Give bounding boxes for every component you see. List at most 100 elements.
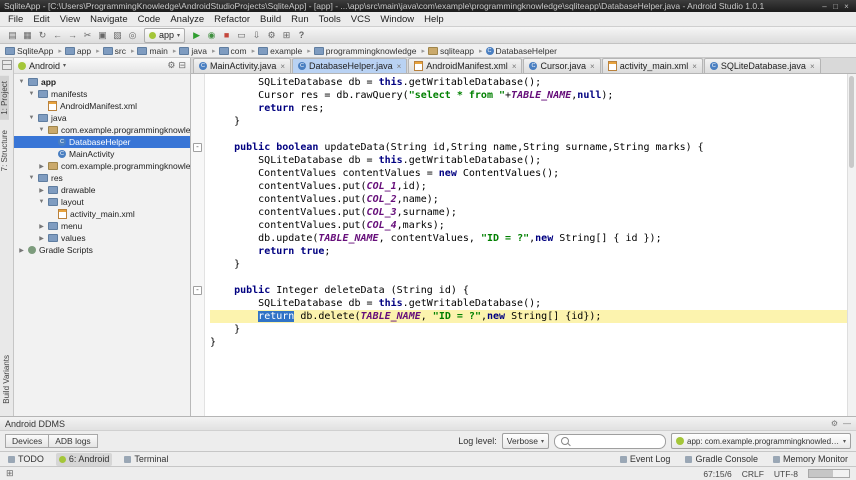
expanded-arrow-icon[interactable]: ▼ xyxy=(28,175,35,181)
fold-marker-icon[interactable]: - xyxy=(193,143,202,152)
breadcrumb-item-java[interactable]: java xyxy=(179,46,218,56)
expanded-arrow-icon[interactable]: ▼ xyxy=(18,79,25,85)
caret-position[interactable]: 67:15/6 xyxy=(703,469,731,479)
breadcrumb-item-example[interactable]: example xyxy=(258,46,314,56)
tool-strip-button-build-variants[interactable]: Build Variants xyxy=(2,350,11,409)
tree-item-menu[interactable]: ▶ menu xyxy=(14,220,190,232)
collapsed-arrow-icon[interactable]: ▶ xyxy=(38,223,45,230)
breadcrumb-item-sqliteapp[interactable]: SqliteApp xyxy=(5,46,65,56)
memory-indicator[interactable] xyxy=(808,469,850,478)
fold-marker-icon[interactable]: - xyxy=(193,286,202,295)
close-button[interactable] xyxy=(841,1,852,12)
project-structure-icon[interactable] xyxy=(280,29,293,41)
logcat-search-input[interactable] xyxy=(572,435,659,447)
help-icon[interactable] xyxy=(295,29,308,41)
menu-item-vcs[interactable]: VCS xyxy=(346,14,376,25)
tree-item-java[interactable]: ▼ java xyxy=(14,112,190,124)
toolwindow-button-event-log[interactable]: Event Log xyxy=(617,453,674,466)
close-tab-icon[interactable] xyxy=(692,62,697,71)
hide-panel-icon[interactable]: — xyxy=(843,419,851,428)
encoding-indicator[interactable]: UTF-8 xyxy=(774,469,798,479)
breadcrumb-item-programmingknowledge[interactable]: programmingknowledge xyxy=(313,46,428,56)
find-icon[interactable] xyxy=(126,29,139,41)
expanded-arrow-icon[interactable]: ▼ xyxy=(28,115,35,121)
tree-item-com-example-programmingknowledge-sqliteapp[interactable]: ▶ com.example.programmingknowledge.sqlite… xyxy=(14,160,190,172)
editor-tab-cursor-java[interactable]: Cursor.java xyxy=(523,58,601,73)
tree-item-databasehelper[interactable]: DatabaseHelper xyxy=(14,136,190,148)
maximize-button[interactable] xyxy=(830,1,841,12)
sync-icon[interactable] xyxy=(36,29,49,41)
close-tab-icon[interactable] xyxy=(280,62,285,71)
menu-item-build[interactable]: Build xyxy=(255,14,286,25)
ddms-tab-devices[interactable]: Devices xyxy=(5,434,50,448)
tree-item-mainactivity[interactable]: MainActivity xyxy=(14,148,190,160)
process-filter-dropdown[interactable]: app: com.example.programmingknowledge.sq… xyxy=(671,433,851,449)
tree-item-manifests[interactable]: ▼ manifests xyxy=(14,88,190,100)
tree-item-androidmanifest-xml[interactable]: AndroidManifest.xml xyxy=(14,100,190,112)
tree-item-layout[interactable]: ▼ layout xyxy=(14,196,190,208)
menu-item-file[interactable]: File xyxy=(3,14,28,25)
breadcrumb-item-app[interactable]: app xyxy=(64,46,103,56)
editor-tab-activity-main-xml[interactable]: activity_main.xml xyxy=(601,58,703,73)
line-ending-indicator[interactable]: CRLF xyxy=(742,469,764,479)
back-icon[interactable] xyxy=(51,29,64,41)
save-icon[interactable] xyxy=(21,29,34,41)
expanded-arrow-icon[interactable]: ▼ xyxy=(28,91,35,97)
tree-item-app[interactable]: ▼ app xyxy=(14,76,190,88)
project-view-selector[interactable]: Android xyxy=(29,61,60,71)
menu-item-view[interactable]: View xyxy=(55,14,85,25)
tree-item-com-example-programmingknowledge-sqliteapp[interactable]: ▼ com.example.programmingknowledge.sqlite… xyxy=(14,124,190,136)
minimize-button[interactable] xyxy=(819,1,830,12)
toolwindow-grid-icon[interactable] xyxy=(1,60,12,70)
debug-icon[interactable] xyxy=(205,29,218,41)
toolwindow-button-6-android[interactable]: 6: Android xyxy=(55,452,113,466)
breadcrumb-item-src[interactable]: src xyxy=(102,46,138,56)
toolwindow-button-gradle-console[interactable]: Gradle Console xyxy=(682,453,761,466)
tree-item-activity-main-xml[interactable]: activity_main.xml xyxy=(14,208,190,220)
gear-icon[interactable]: ⚙ xyxy=(831,419,838,428)
tree-item-drawable[interactable]: ▶ drawable xyxy=(14,184,190,196)
collapse-all-icon[interactable]: ⊟ xyxy=(178,60,186,71)
tree-item-gradle-scripts[interactable]: ▶ Gradle Scripts xyxy=(14,244,190,256)
code-editor[interactable]: SQLiteDatabase db = this.getWritableData… xyxy=(205,74,847,416)
run-config-selector[interactable]: app xyxy=(144,27,186,43)
close-tab-icon[interactable] xyxy=(810,62,815,71)
menu-item-help[interactable]: Help xyxy=(419,14,449,25)
editor-tab-mainactivity-java[interactable]: MainActivity.java xyxy=(193,58,292,73)
toolwindow-switcher-icon[interactable] xyxy=(6,468,14,479)
cut-icon[interactable] xyxy=(81,29,94,41)
breadcrumb-item-main[interactable]: main xyxy=(137,46,179,56)
log-level-dropdown[interactable]: Verbose xyxy=(501,433,549,449)
gear-icon[interactable]: ⚙ xyxy=(167,60,175,71)
editor-tab-databasehelper-java[interactable]: DatabaseHelper.java xyxy=(292,58,408,73)
tree-item-values[interactable]: ▶ values xyxy=(14,232,190,244)
toolwindow-button-terminal[interactable]: Terminal xyxy=(121,453,171,466)
settings-icon[interactable] xyxy=(265,29,278,41)
menu-item-navigate[interactable]: Navigate xyxy=(85,14,133,25)
menu-item-window[interactable]: Window xyxy=(375,14,419,25)
close-tab-icon[interactable] xyxy=(590,62,595,71)
collapsed-arrow-icon[interactable]: ▶ xyxy=(38,163,45,170)
menu-item-code[interactable]: Code xyxy=(133,14,166,25)
tool-strip-button-1-project[interactable]: 1: Project xyxy=(0,76,9,120)
menu-item-run[interactable]: Run xyxy=(286,14,313,25)
ddms-tab-adb-logs[interactable]: ADB logs xyxy=(49,434,98,448)
stop-icon[interactable] xyxy=(220,29,233,41)
avd-manager-icon[interactable] xyxy=(235,29,248,41)
menu-item-tools[interactable]: Tools xyxy=(314,14,346,25)
open-icon[interactable] xyxy=(6,29,19,41)
expanded-arrow-icon[interactable]: ▼ xyxy=(38,199,45,205)
menu-item-analyze[interactable]: Analyze xyxy=(165,14,209,25)
close-tab-icon[interactable] xyxy=(397,62,402,71)
breadcrumb-item-com[interactable]: com xyxy=(218,46,259,56)
menu-item-edit[interactable]: Edit xyxy=(28,14,54,25)
collapsed-arrow-icon[interactable]: ▶ xyxy=(18,247,25,254)
editor-tab-sqlitedatabase-java[interactable]: SQLiteDatabase.java xyxy=(703,58,821,73)
expanded-arrow-icon[interactable]: ▼ xyxy=(38,127,45,133)
run-icon[interactable] xyxy=(190,29,203,41)
scrollbar-thumb[interactable] xyxy=(849,76,854,168)
menu-item-refactor[interactable]: Refactor xyxy=(209,14,255,25)
breadcrumb-item-sqliteapp[interactable]: sqliteapp xyxy=(428,46,486,56)
toolwindow-button-todo[interactable]: TODO xyxy=(5,453,47,466)
editor-scrollbar[interactable] xyxy=(847,74,856,416)
